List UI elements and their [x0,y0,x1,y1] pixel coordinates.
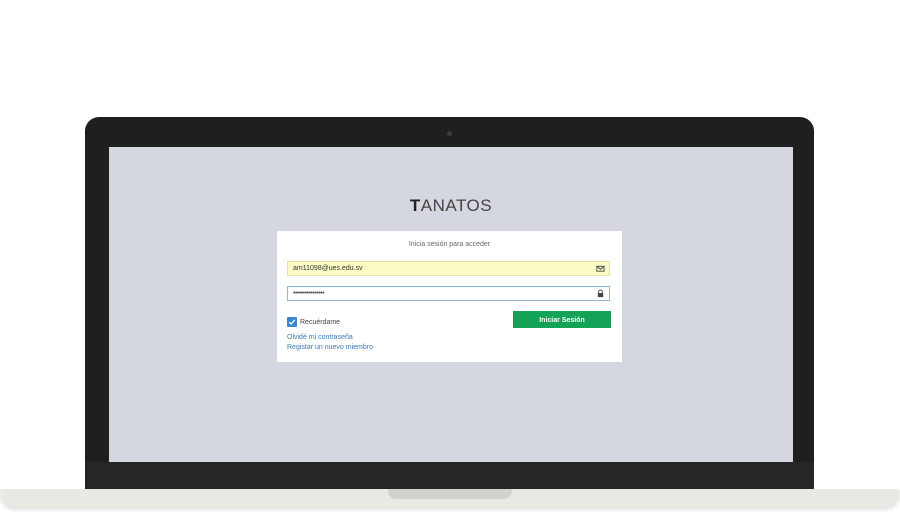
forgot-password-link[interactable]: Olvidé mi contraseña [287,334,353,341]
password-field[interactable]: •••••••••••••••• [287,286,610,301]
password-value: •••••••••••••••• [293,290,325,297]
login-button[interactable]: Iniciar Sesión [513,311,611,328]
login-card: Inicia sesión para acceder am11098@ues.e… [277,231,622,362]
remember-label: Recuérdame [300,318,341,326]
logo-text: ANATOS [420,196,493,215]
app-logo: TANATOS [109,196,793,216]
envelope-icon [596,265,605,272]
laptop-screen: TANATOS Inicia sesión para acceder am110… [109,147,793,462]
register-link[interactable]: Registar un nuevo miembro [287,344,373,351]
remember-checkbox[interactable] [287,317,297,327]
lock-icon [597,289,604,298]
camera-icon [447,131,452,136]
check-icon [288,319,296,325]
laptop-notch [388,489,512,499]
remember-me[interactable]: Recuérdame [287,316,340,328]
laptop-bottom-bezel [85,462,814,489]
email-field[interactable]: am11098@ues.edu.sv [287,261,610,276]
logo-initial: T [409,196,421,215]
login-subtitle: Inicia sesión para acceder [408,241,491,248]
email-value: am11098@ues.edu.sv [293,265,363,272]
